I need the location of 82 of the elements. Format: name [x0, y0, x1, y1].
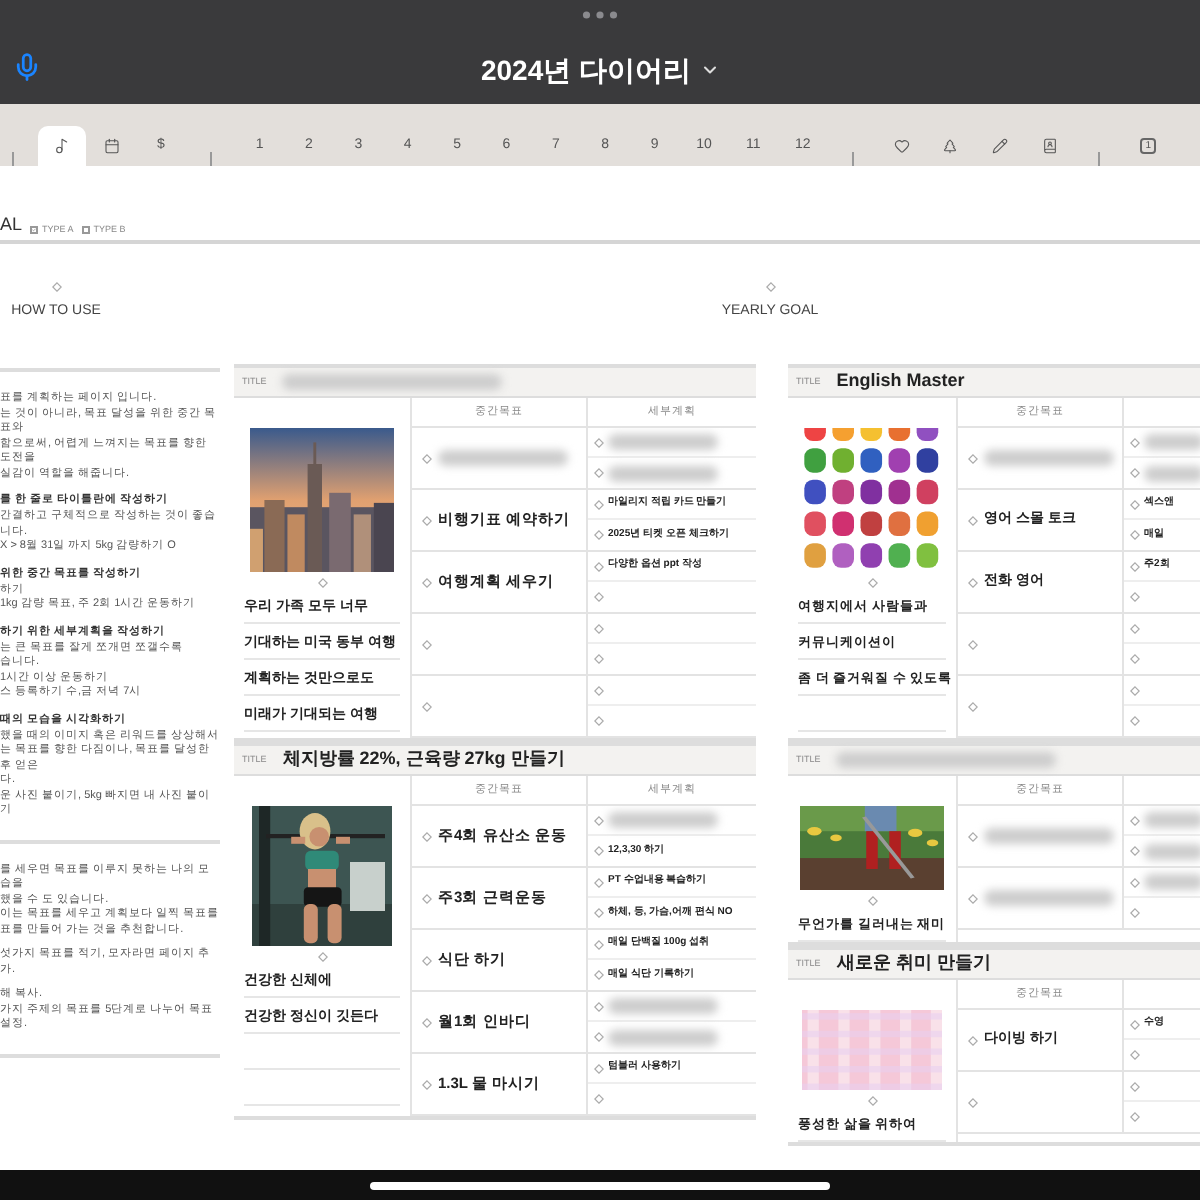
diamond-icon	[594, 877, 604, 887]
diamond-icon	[1130, 1050, 1140, 1060]
diamond-icon	[867, 1096, 877, 1106]
diamond-icon	[422, 893, 432, 903]
diamond-icon	[765, 282, 775, 292]
goal-title: 새로운 취미 만들기	[836, 950, 991, 977]
document-title[interactable]: 2024년 다이어리	[480, 49, 720, 91]
diamond-icon	[594, 815, 604, 825]
diamond-icon	[968, 577, 978, 587]
tab[interactable]	[37, 126, 87, 166]
diamond-icon	[968, 1097, 978, 1107]
diamond-icon	[867, 578, 877, 588]
diamond-icon	[968, 515, 978, 525]
diamond-icon	[867, 896, 877, 906]
page-title: AL	[0, 216, 23, 234]
diamond-icon	[1130, 468, 1140, 478]
diamond-icon	[1130, 1081, 1140, 1091]
diamond-icon	[594, 561, 604, 571]
diamond-icon	[594, 468, 604, 478]
diamond-icon	[1130, 877, 1140, 887]
diamond-icon	[594, 716, 604, 726]
diamond-icon	[1130, 561, 1140, 571]
diamond-icon	[1130, 437, 1140, 447]
diamond-icon	[1130, 846, 1140, 856]
diamond-icon	[594, 592, 604, 602]
diamond-icon	[51, 282, 61, 292]
tree-icon	[942, 138, 959, 154]
diamond-icon	[594, 846, 604, 856]
diamond-icon	[1130, 685, 1140, 695]
diamond-icon	[422, 701, 432, 711]
diamond-icon	[1130, 499, 1140, 509]
pencil-icon	[992, 138, 1009, 154]
goal-title: 체지방률 22%, 근육량 27kg 만들기	[282, 746, 565, 773]
diamond-icon	[594, 623, 604, 633]
diamond-icon	[968, 453, 978, 463]
more-icon[interactable]	[582, 10, 618, 20]
diamond-icon	[594, 685, 604, 695]
diamond-icon	[968, 639, 978, 649]
diamond-icon	[317, 578, 327, 588]
diamond-icon	[594, 530, 604, 540]
diamond-icon	[422, 1017, 432, 1027]
calendar-icon	[103, 138, 120, 154]
diamond-icon	[594, 970, 604, 980]
diamond-icon	[968, 701, 978, 711]
diamond-icon	[594, 1001, 604, 1011]
diamond-icon	[1130, 530, 1140, 540]
diamond-icon	[1130, 654, 1140, 664]
diamond-icon	[594, 908, 604, 918]
diamond-icon	[594, 1032, 604, 1042]
diamond-icon	[422, 515, 432, 525]
diamond-icon	[594, 437, 604, 447]
diamond-icon	[422, 955, 432, 965]
diamond-icon	[594, 1094, 604, 1104]
check-icon	[32, 225, 37, 234]
diamond-icon	[1130, 815, 1140, 825]
diamond-icon	[1130, 1019, 1140, 1029]
heart-icon	[893, 138, 910, 154]
diamond-icon	[968, 831, 978, 841]
microphone-icon[interactable]	[12, 50, 42, 84]
diamond-icon	[968, 893, 978, 903]
diamond-icon	[1130, 716, 1140, 726]
diamond-icon	[317, 952, 327, 962]
checkbox[interactable]	[81, 225, 90, 234]
diamond-icon	[1130, 592, 1140, 602]
music-note-icon	[54, 138, 71, 154]
diamond-icon	[422, 831, 432, 841]
diamond-icon	[968, 1035, 978, 1045]
diamond-icon	[594, 939, 604, 949]
diamond-icon	[594, 499, 604, 509]
checkbox[interactable]	[30, 225, 39, 234]
diamond-icon	[594, 1063, 604, 1073]
diamond-icon	[1130, 623, 1140, 633]
diamond-icon	[422, 1079, 432, 1089]
diamond-icon	[594, 654, 604, 664]
diamond-icon	[1130, 1112, 1140, 1122]
home-indicator[interactable]	[370, 1181, 830, 1189]
diamond-icon	[422, 453, 432, 463]
diamond-icon	[422, 577, 432, 587]
diamond-icon	[1130, 908, 1140, 918]
book-icon	[1041, 138, 1058, 154]
diamond-icon	[422, 639, 432, 649]
goal-title: English Master	[836, 368, 965, 395]
